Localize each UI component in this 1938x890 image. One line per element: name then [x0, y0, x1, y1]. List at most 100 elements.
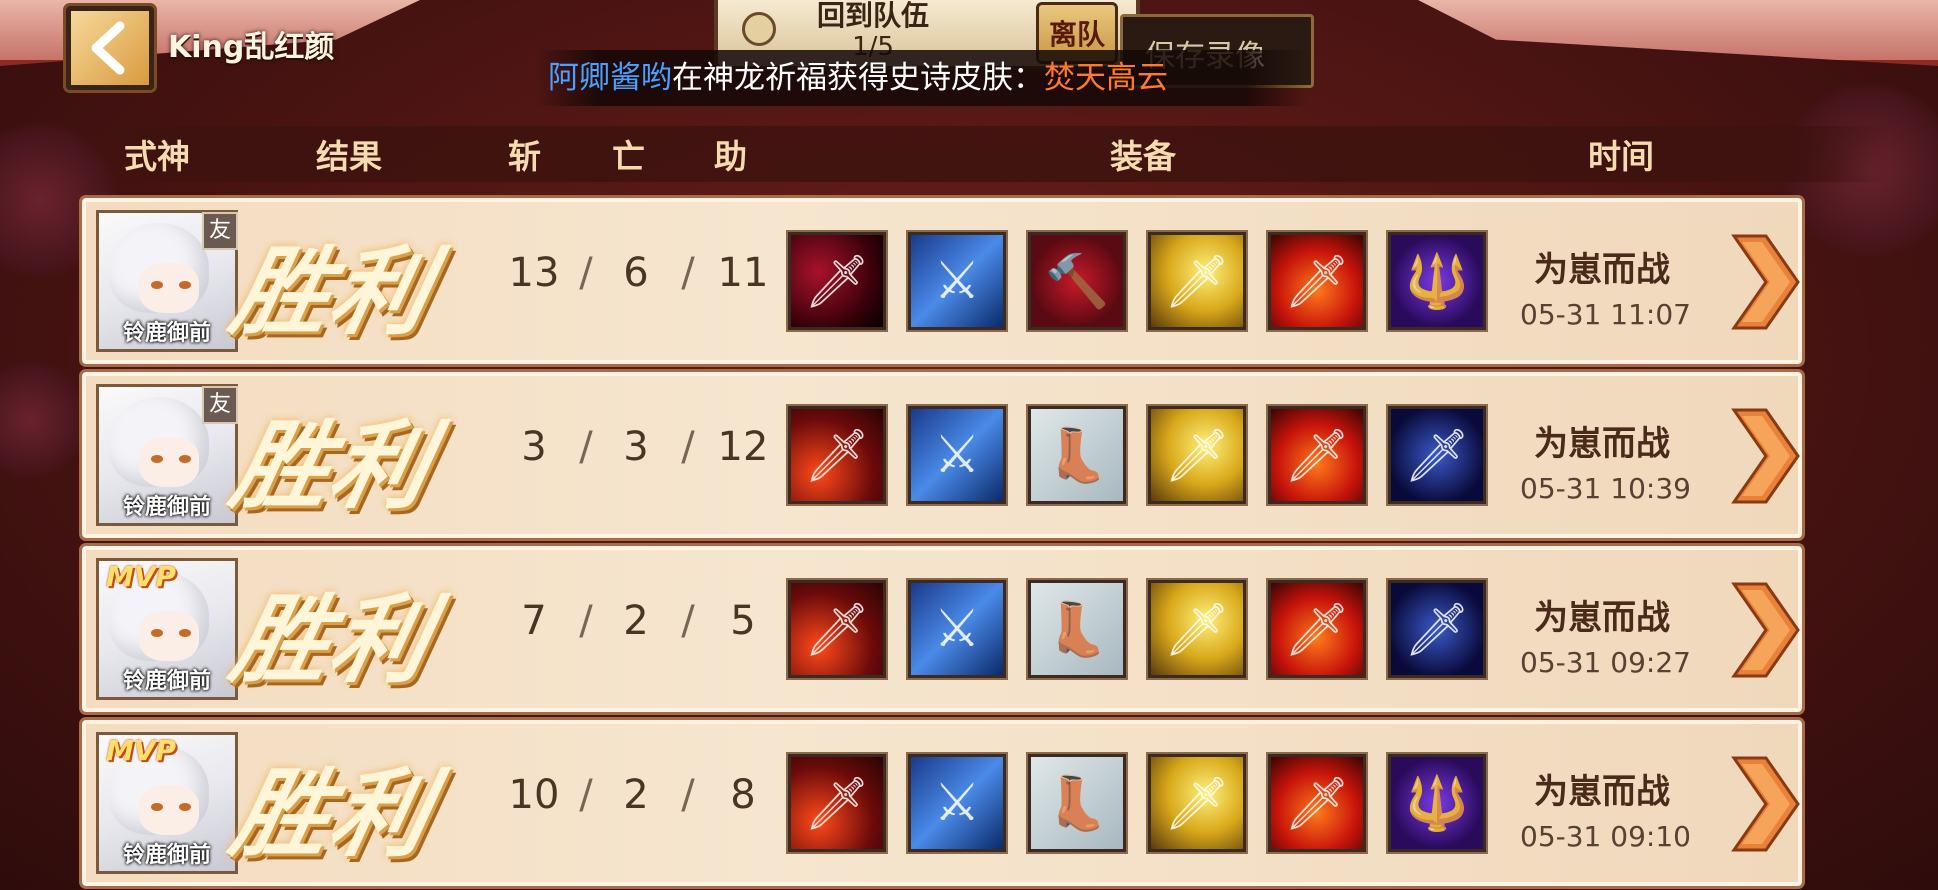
kda-separator: / [681, 598, 695, 644]
boots-purple-equipment-icon[interactable]: 👢 [1028, 580, 1126, 678]
katana-gold-glyph-icon: 🗡 [1163, 599, 1230, 660]
boots-purple-equipment-icon[interactable]: 👢 [1028, 754, 1126, 852]
header-kills: 斩 [508, 137, 541, 176]
flame-sword-glyph-icon: 🗡 [1283, 425, 1350, 486]
game-mode: 为崽而战 [1534, 250, 1670, 290]
polearm-blue-glyph-icon: ⚔ [933, 425, 981, 485]
spear-purple-glyph-icon: 🔱 [1404, 251, 1470, 312]
game-mode: 为崽而战 [1534, 424, 1670, 464]
boots-purple-glyph-icon: 👢 [1044, 773, 1110, 834]
polearm-blue-equipment-icon[interactable]: ⚔ [908, 406, 1006, 504]
dagger-black-glyph-icon: 🗡 [803, 251, 870, 312]
kda-separator: / [579, 250, 593, 296]
katana-gold-glyph-icon: 🗡 [1163, 425, 1230, 486]
assists-value: 12 [717, 424, 769, 470]
katana-gold-equipment-icon[interactable]: 🗡 [1148, 580, 1246, 678]
claw-red-glyph-icon: 🗡 [803, 773, 870, 834]
header-time: 时间 [1588, 137, 1654, 176]
katana-gold-glyph-icon: 🗡 [1163, 251, 1230, 312]
flame-sword-glyph-icon: 🗡 [1283, 251, 1350, 312]
hammer-red-equipment-icon[interactable]: 🔨 [1028, 232, 1126, 330]
boots-purple-glyph-icon: 👢 [1044, 599, 1110, 660]
flower-decoration [0, 360, 90, 480]
mvp-badge: MVP [106, 734, 177, 767]
katana-gold-equipment-icon[interactable]: 🗡 [1148, 754, 1246, 852]
match-row[interactable]: 铃鹿御前 友 胜利 3 / 3 / 12 🗡 ⚔ 👢 🗡 🗡 🗡 为崽而战 05-31 1… [82, 372, 1802, 538]
kda-separator: / [681, 250, 695, 296]
match-time: 05-31 10:39 [1520, 472, 1691, 505]
kills-value: 7 [521, 598, 547, 644]
assists-value: 5 [730, 598, 756, 644]
katana-gold-equipment-icon[interactable]: 🗡 [1148, 406, 1246, 504]
friend-badge: 友 [202, 212, 238, 250]
claw-red-equipment-icon[interactable]: 🗡 [788, 754, 886, 852]
kda-separator: / [579, 598, 593, 644]
match-result: 胜利 [222, 410, 443, 522]
blade-ghost-equipment-icon[interactable]: 🗡 [1388, 406, 1486, 504]
katana-gold-equipment-icon[interactable]: 🗡 [1148, 232, 1246, 330]
polearm-blue-equipment-icon[interactable]: ⚔ [908, 232, 1006, 330]
match-time: 05-31 11:07 [1520, 298, 1691, 331]
back-button[interactable] [66, 6, 154, 90]
match-detail-arrow-icon[interactable] [1726, 754, 1802, 854]
match-row[interactable]: 铃鹿御前 友 胜利 13 / 6 / 11 🗡 ⚔ 🔨 🗡 🗡 🔱 为崽而战 05-31 … [82, 198, 1802, 364]
dagger-black-equipment-icon[interactable]: 🗡 [788, 232, 886, 330]
flame-sword-equipment-icon[interactable]: 🗡 [1268, 232, 1366, 330]
deaths-value: 2 [623, 772, 649, 818]
friend-badge: 友 [202, 386, 238, 424]
match-time: 05-31 09:27 [1520, 646, 1691, 679]
back-arrow-icon [91, 21, 125, 75]
shikigami-name: 铃鹿御前 [122, 669, 211, 694]
flame-sword-glyph-icon: 🗡 [1283, 773, 1350, 834]
header-deaths: 亡 [612, 137, 645, 176]
polearm-blue-equipment-icon[interactable]: ⚔ [908, 580, 1006, 678]
header-equipment: 装备 [1110, 137, 1176, 176]
match-time: 05-31 09:10 [1520, 820, 1691, 853]
assists-value: 8 [730, 772, 756, 818]
hammer-red-glyph-icon: 🔨 [1044, 251, 1110, 312]
kda-separator: / [681, 424, 695, 470]
leave-team-label: 离队 [1048, 18, 1105, 51]
polearm-blue-equipment-icon[interactable]: ⚔ [908, 754, 1006, 852]
deaths-value: 2 [623, 598, 649, 644]
claw-red-glyph-icon: 🗡 [803, 599, 870, 660]
kda-separator: / [579, 424, 593, 470]
match-detail-arrow-icon[interactable] [1726, 406, 1802, 506]
game-mode: 为崽而战 [1534, 598, 1670, 638]
spear-purple-equipment-icon[interactable]: 🔱 [1388, 232, 1486, 330]
match-row[interactable]: 铃鹿御前 MVP 胜利 10 / 2 / 8 🗡 ⚔ 👢 🗡 🗡 🔱 为崽而战 05-31… [82, 720, 1802, 886]
spear-purple-equipment-icon[interactable]: 🔱 [1388, 754, 1486, 852]
player-name: King乱红颜 [168, 30, 335, 65]
polearm-blue-glyph-icon: ⚔ [933, 773, 981, 833]
header-shikigami: 式神 [124, 137, 190, 176]
kills-value: 13 [508, 250, 560, 296]
return-team-label: 回到队伍 [816, 0, 929, 32]
claw-red-equipment-icon[interactable]: 🗡 [788, 406, 886, 504]
flame-sword-glyph-icon: 🗡 [1283, 599, 1350, 660]
broadcast-player: 阿卿酱哟 [548, 60, 672, 96]
match-detail-arrow-icon[interactable] [1726, 232, 1802, 332]
blade-ghost-equipment-icon[interactable]: 🗡 [1388, 580, 1486, 678]
deaths-value: 6 [623, 250, 649, 296]
match-row[interactable]: 铃鹿御前 MVP 胜利 7 / 2 / 5 🗡 ⚔ 👢 🗡 🗡 🗡 为崽而战 05-31 … [82, 546, 1802, 712]
flame-sword-equipment-icon[interactable]: 🗡 [1268, 754, 1366, 852]
boots-purple-equipment-icon[interactable]: 👢 [1028, 406, 1126, 504]
kills-value: 3 [521, 424, 547, 470]
match-result: 胜利 [222, 236, 443, 348]
flame-sword-equipment-icon[interactable]: 🗡 [1268, 580, 1366, 678]
assists-value: 11 [717, 250, 769, 296]
kills-value: 10 [508, 772, 560, 818]
kda-separator: / [579, 772, 593, 818]
deaths-value: 3 [623, 424, 649, 470]
broadcast-skin: 焚天高云 [1044, 60, 1168, 96]
katana-gold-glyph-icon: 🗡 [1163, 773, 1230, 834]
header-result: 结果 [316, 137, 382, 176]
shikigami-name: 铃鹿御前 [122, 495, 211, 520]
header-assists: 助 [714, 137, 747, 176]
blade-ghost-glyph-icon: 🗡 [1403, 599, 1470, 660]
flame-sword-equipment-icon[interactable]: 🗡 [1268, 406, 1366, 504]
polearm-blue-glyph-icon: ⚔ [933, 599, 981, 659]
match-detail-arrow-icon[interactable] [1726, 580, 1802, 680]
claw-red-equipment-icon[interactable]: 🗡 [788, 580, 886, 678]
kda-separator: / [681, 772, 695, 818]
